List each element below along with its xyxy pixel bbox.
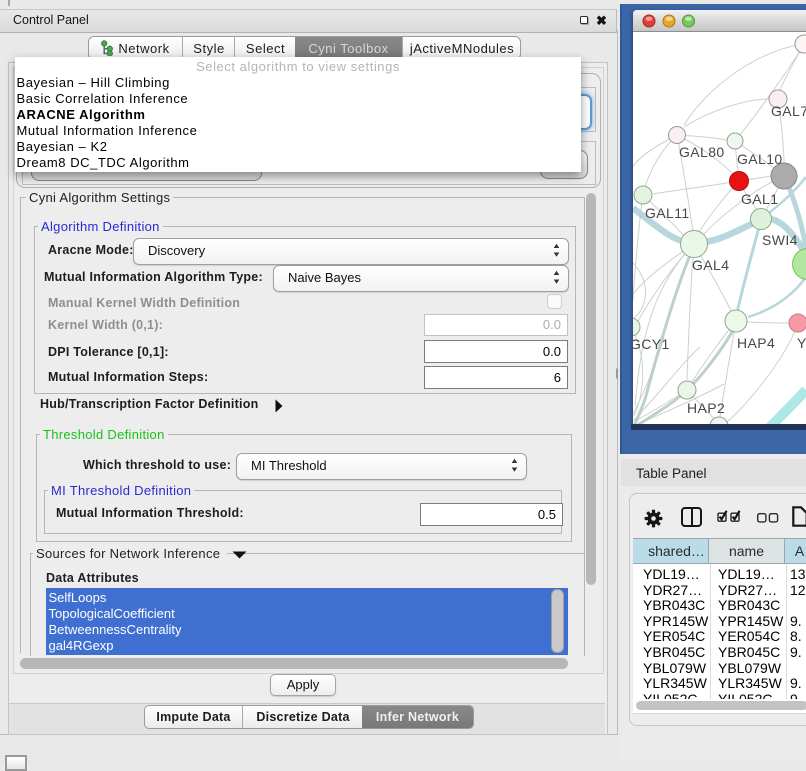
svg-text:GCY1: GCY1 bbox=[633, 336, 670, 352]
svg-text:GAL80: GAL80 bbox=[679, 144, 725, 160]
svg-text:GAL1: GAL1 bbox=[741, 191, 778, 207]
svg-text:GAL4: GAL4 bbox=[692, 257, 729, 273]
svg-text:GAL7: GAL7 bbox=[771, 103, 806, 119]
svg-text:Y: Y bbox=[797, 335, 806, 351]
svg-text:HAP2: HAP2 bbox=[687, 400, 725, 416]
svg-text:GAL10: GAL10 bbox=[737, 151, 783, 167]
svg-text:SWI4: SWI4 bbox=[762, 232, 798, 248]
svg-text:GAL11: GAL11 bbox=[645, 205, 690, 221]
svg-text:HAP4: HAP4 bbox=[737, 335, 775, 351]
